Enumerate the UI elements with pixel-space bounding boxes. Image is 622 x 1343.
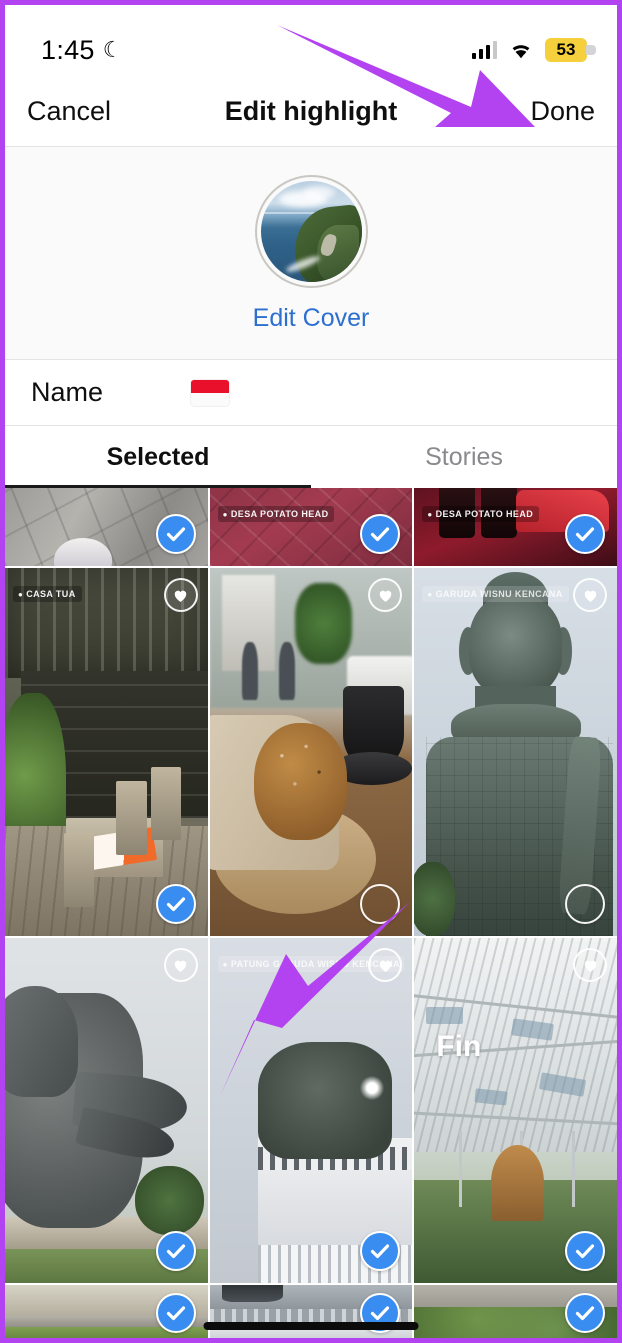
- indonesia-flag-icon: [191, 380, 230, 407]
- media-cell[interactable]: [209, 568, 413, 936]
- heart-icon: [163, 948, 198, 982]
- media-cell[interactable]: [414, 1285, 617, 1338]
- location-badge-label: DESA POTATO HEAD: [435, 509, 534, 519]
- tab-selected[interactable]: Selected: [5, 426, 311, 488]
- media-cell[interactable]: ● DESA POTATO HEAD: [209, 488, 413, 566]
- media-thumbnail: [5, 568, 208, 936]
- location-badge: ● CASA TUA: [13, 586, 82, 602]
- home-indicator: [203, 1322, 419, 1330]
- navigation-bar: Cancel Edit highlight Done: [5, 77, 617, 147]
- location-pin-icon: ●: [222, 509, 228, 519]
- location-badge: ● GARUDA WISNU KENCANA: [422, 586, 569, 602]
- media-cell[interactable]: ● CASA TUA: [5, 568, 208, 936]
- page-title: Edit highlight: [224, 96, 398, 126]
- location-badge-label: CASA TUA: [26, 589, 76, 599]
- selection-empty-circle-icon[interactable]: [565, 884, 605, 924]
- cover-section: Edit Cover: [5, 147, 617, 360]
- media-grid: ● DESA POTATO HEAD ● DESA POTATO HEAD ● CASA …: [5, 488, 617, 1338]
- media-thumbnail: [414, 568, 617, 936]
- media-cell[interactable]: [5, 938, 208, 1283]
- location-pin-icon: ●: [427, 589, 433, 599]
- name-label: Name: [31, 377, 104, 407]
- selection-checkmark-icon[interactable]: [155, 1231, 196, 1271]
- tab-bar: Selected Stories: [5, 426, 617, 488]
- status-bar-left: 1:45 ☾: [41, 35, 122, 66]
- highlight-cover-ring[interactable]: [254, 175, 368, 288]
- name-input-value[interactable]: [191, 379, 230, 407]
- wifi-icon: [508, 41, 534, 60]
- highlight-cover-image: [260, 181, 362, 282]
- screenshot-frame: 1:45 ☾ 53 Cancel Edit highlight Done Edi…: [0, 0, 622, 1343]
- status-bar-right: 53: [471, 38, 596, 62]
- location-pin-icon: ●: [427, 509, 433, 519]
- selection-checkmark-icon[interactable]: [565, 1293, 605, 1333]
- media-cell[interactable]: [5, 1285, 208, 1338]
- location-badge: ● DESA POTATO HEAD: [217, 506, 335, 522]
- media-cell[interactable]: ● DESA POTATO HEAD: [414, 488, 617, 566]
- selection-checkmark-icon[interactable]: [155, 514, 196, 554]
- location-pin-icon: ●: [222, 959, 228, 969]
- media-cell[interactable]: [209, 1285, 413, 1338]
- crescent-moon-icon: ☾: [102, 37, 123, 62]
- media-thumbnail: [209, 568, 413, 936]
- media-cell[interactable]: ● GARUDA WISNU KENCANA: [414, 568, 617, 936]
- status-bar: 1:45 ☾ 53: [5, 5, 617, 77]
- battery-indicator: 53: [545, 38, 596, 62]
- location-pin-icon: ●: [18, 589, 24, 599]
- media-cell[interactable]: Fin: [414, 938, 617, 1283]
- location-badge-label: GARUDA WISNU KENCANA: [435, 589, 563, 599]
- heart-icon: [573, 948, 607, 982]
- name-row[interactable]: Name: [5, 360, 617, 426]
- heart-icon: [573, 578, 607, 612]
- selection-checkmark-icon[interactable]: [565, 514, 605, 554]
- story-text-overlay: Fin: [436, 1030, 482, 1063]
- media-cell[interactable]: ● PATUNG GARUDA WISNU KENCANA: [209, 938, 413, 1283]
- selection-checkmark-icon[interactable]: [155, 884, 196, 924]
- location-badge: ● DESA POTATO HEAD: [422, 506, 540, 522]
- location-badge-label: DESA POTATO HEAD: [230, 509, 329, 519]
- phone-screen: 1:45 ☾ 53 Cancel Edit highlight Done Edi…: [5, 5, 617, 1338]
- selection-checkmark-icon[interactable]: [565, 1231, 605, 1271]
- cellular-signal-icon: [471, 41, 497, 59]
- media-cell[interactable]: [5, 488, 208, 566]
- edit-cover-button[interactable]: Edit Cover: [253, 304, 370, 333]
- selection-checkmark-icon[interactable]: [155, 1293, 196, 1333]
- heart-icon: [163, 578, 198, 612]
- tab-stories[interactable]: Stories: [311, 426, 617, 488]
- clock: 1:45: [41, 34, 95, 65]
